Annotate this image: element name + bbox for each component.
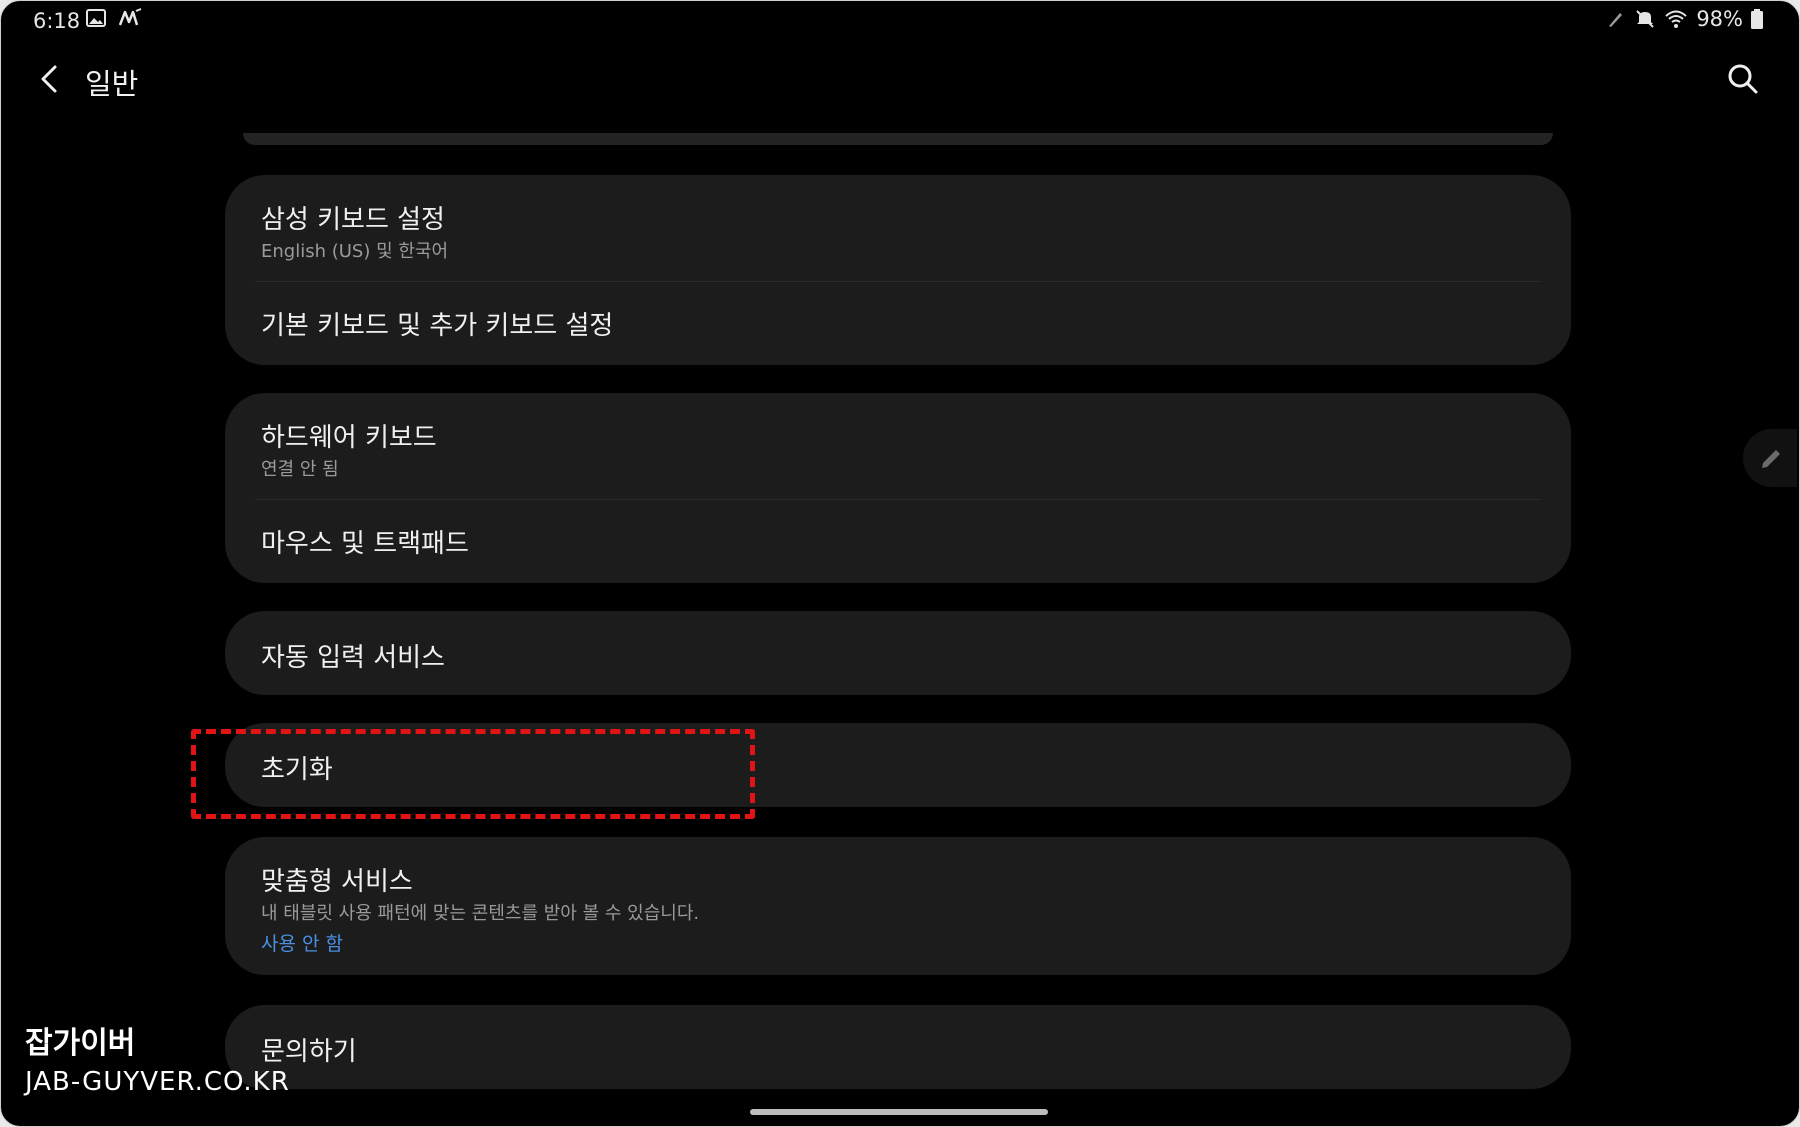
custom-service-title: 맞춤형 서비스 [261,867,413,897]
search-icon [1723,64,1763,103]
custom-service-card: 맞춤형 서비스 내 태블릿 사용 패턴에 맞는 콘텐츠를 받아 볼 수 있습니다… [225,837,1571,975]
mouse-trackpad-item[interactable]: 마우스 및 트랙패드 [225,499,1571,583]
autofill-service-item[interactable]: 자동 입력 서비스 [225,611,1571,695]
page-title: 일반 [85,67,139,101]
default-keyboard-settings-item[interactable]: 기본 키보드 및 추가 키보드 설정 [225,281,1571,365]
status-time: 6:18 [33,9,81,33]
autofill-title: 자동 입력 서비스 [261,643,445,673]
search-button[interactable] [1723,59,1763,99]
samsung-keyboard-title: 삼성 키보드 설정 [261,205,445,235]
pen-icon [1606,9,1626,29]
mute-icon [1634,8,1656,30]
contact-card: 문의하기 [225,1005,1571,1089]
status-bar: 6:18 98% [1,1,1799,41]
status-right-icons: 98% [1606,7,1763,31]
default-keyboard-title: 기본 키보드 및 추가 키보드 설정 [261,311,614,341]
hardware-keyboard-item[interactable]: 하드웨어 키보드 연결 안 됨 [225,393,1571,499]
custom-service-description: 내 태블릿 사용 패턴에 맞는 콘텐츠를 받아 볼 수 있습니다. [261,903,700,924]
app-bar: 일반 [1,49,1799,109]
hardware-keyboard-card: 하드웨어 키보드 연결 안 됨 마우스 및 트랙패드 [225,393,1571,583]
contact-us-item[interactable]: 문의하기 [225,1005,1571,1089]
hardware-keyboard-title: 하드웨어 키보드 [261,423,437,453]
gallery-icon [85,7,107,34]
samsung-keyboard-subtitle: English (US) 및 한국어 [261,241,449,262]
custom-service-item[interactable]: 맞춤형 서비스 내 태블릿 사용 패턴에 맞는 콘텐츠를 받아 볼 수 있습니다… [225,837,1571,975]
chevron-left-icon [31,65,71,103]
highlight-annotation [191,729,755,819]
battery-icon [1751,9,1763,29]
battery-percent: 98% [1696,7,1743,31]
edge-panel-handle[interactable] [1743,429,1797,487]
samsung-keyboard-settings-item[interactable]: 삼성 키보드 설정 English (US) 및 한국어 [225,175,1571,281]
hardware-keyboard-subtitle: 연결 안 됨 [261,459,339,480]
gesture-navigation-bar[interactable] [750,1109,1048,1115]
watermark: 잡가이버 JAB-GUYVER.CO.KR [25,1025,290,1101]
watermark-url: JAB-GUYVER.CO.KR [25,1067,290,1097]
autofill-card: 자동 입력 서비스 [225,611,1571,695]
previous-card-edge [243,133,1553,145]
watermark-title: 잡가이버 [25,1026,136,1061]
custom-service-status: 사용 안 함 [261,933,343,955]
status-left-icons [85,7,143,34]
mouse-trackpad-title: 마우스 및 트랙패드 [261,529,469,559]
handwriting-icon [117,7,143,34]
back-button[interactable] [31,59,71,99]
keyboard-settings-card: 삼성 키보드 설정 English (US) 및 한국어 기본 키보드 및 추가… [225,175,1571,365]
tablet-screen: 6:18 98% 일반 삼성 키보드 설정 English (US) 및 한국어… [0,0,1800,1127]
wifi-icon [1664,8,1688,30]
